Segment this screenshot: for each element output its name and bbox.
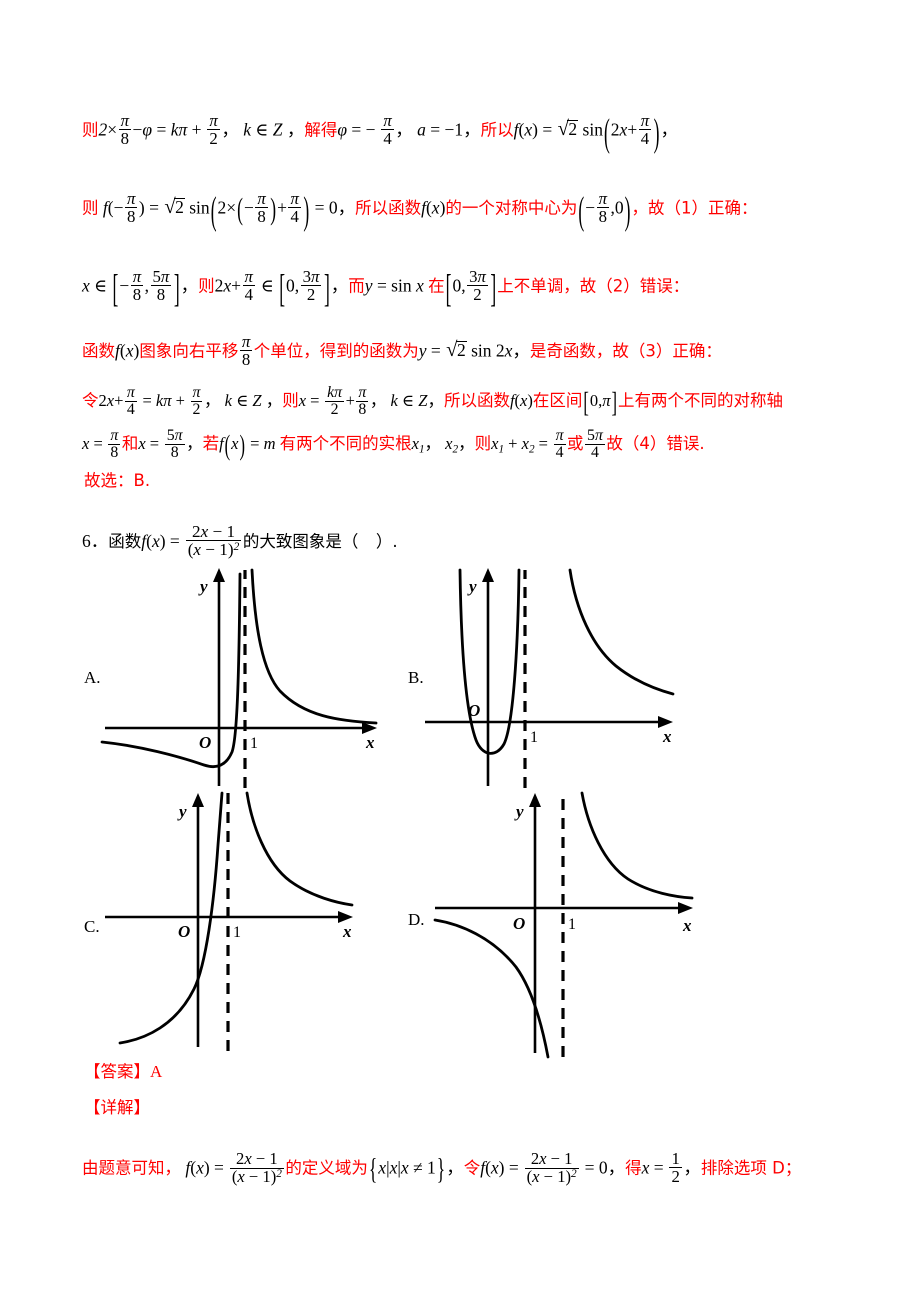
document-page: 则2× π 8 −φ = kπ + π 2， k ∈ Z ，解得φ = − π 4， a … [0, 0, 920, 1303]
line1-mid: 解得 [304, 120, 338, 140]
x-axis-label-a: x [365, 733, 375, 752]
question-number: 6． [82, 530, 109, 551]
line2-mid2: 的一个对称中心为 [445, 198, 578, 218]
line6-mid: 和 [121, 433, 139, 453]
curve-d-right [580, 791, 694, 900]
x-axis-b [425, 716, 673, 728]
y-axis-label-b: y [467, 577, 477, 596]
curve-b-u [458, 568, 521, 755]
line2-mid: 所以函数 [355, 198, 422, 218]
line5-mid3: 在区间 [532, 390, 583, 410]
detail-mid3: 得 [625, 1158, 642, 1178]
line3-tail: 上不单调，故（2）错误： [497, 276, 690, 296]
line2-tail: ，故（1）正确： [631, 198, 758, 218]
origin-label-d: O [513, 914, 525, 933]
solution-line-2: 则 f(− π 8) = √ 2 sin(2×(− π 8)+ π 4) = 0，所以函数f(… [82, 187, 758, 233]
curve-b-right [568, 568, 675, 696]
option-graph-a[interactable]: y x O 1 [100, 560, 390, 790]
line5-tail: 上有两个不同的对称轴 [618, 390, 784, 410]
option-label-a[interactable]: A. [84, 668, 101, 688]
tick-label-a: 1 [250, 735, 258, 752]
line1-lead: 则 [82, 120, 99, 140]
line6-mid5: 或 [567, 433, 584, 453]
question-stem-part1: 函数 [108, 531, 142, 551]
detail-mid: 的定义域为 [285, 1158, 368, 1178]
question-stem-part3: ）. [375, 531, 398, 551]
line6-mid3: 有两个不同的实根 [279, 433, 412, 453]
origin-label-c: O [178, 922, 190, 941]
line3-lead: 则 [198, 276, 215, 296]
line4-lead: 函数 [82, 341, 115, 361]
tick-label-d: 1 [568, 916, 576, 933]
curve-c-right [245, 791, 354, 907]
line4-mid: 图象向右平移 [139, 341, 239, 361]
detail-mid2: 令 [463, 1158, 481, 1178]
y-axis-label-c: y [177, 802, 187, 821]
question-6-stem: 6．函数f(x) = 2x − 1 (x − 1)2 的大致图象是（ ）. [82, 522, 398, 560]
option-graph-d[interactable]: y x O 1 [430, 785, 720, 1075]
option-label-c[interactable]: C. [84, 917, 100, 937]
line5-mid: 则 [282, 390, 299, 410]
curve-a-right [250, 568, 378, 725]
solution-line-1: 则2× π 8 −φ = kπ + π 2， k ∈ Z ，解得φ = − π 4， a … [82, 109, 678, 155]
line6-mid4: 则 [474, 433, 492, 453]
y-axis-c [192, 793, 204, 1047]
line3-mid2: 在 [428, 276, 445, 296]
answer-value: A [150, 1062, 163, 1081]
curve-d-left [433, 918, 550, 1059]
x-axis-label-b: x [662, 727, 672, 746]
y-axis-label-d: y [514, 802, 524, 821]
line5-mid2: 所以函数 [443, 390, 510, 410]
solution-line-5: 令2x+ π 4 = kπ + π 2， k ∈ Z ，则x = kπ 2 + π 8， k … [82, 384, 784, 419]
solution-line-6: x = π 8 和x = 5π 8 ，若f(x) = m 有两个不同的实根x1， x2，… [82, 427, 705, 462]
option-label-d[interactable]: D. [408, 910, 425, 930]
solution-line-4: 函数f(x)图象向右平移 π 8 个单位，得到的函数为y = √ 2 sin 2x，是奇… [82, 332, 722, 370]
line2-lead: 则 [82, 198, 99, 218]
y-axis-a [213, 568, 225, 786]
line4-tail: 是奇函数，故（3）正确： [529, 341, 722, 361]
tick-label-c: 1 [233, 924, 241, 941]
line3-mid: 而 [348, 276, 365, 296]
option-graph-c[interactable]: y x O 1 [100, 785, 390, 1075]
line1-tail: 所以 [480, 120, 514, 140]
detail-lead: 由题意可知， [82, 1158, 181, 1178]
x-axis-a [105, 722, 377, 734]
option-graph-b[interactable]: y x O 1 [420, 560, 710, 790]
origin-label-b: O [468, 701, 480, 720]
tick-label-b: 1 [530, 729, 538, 746]
line4-mid2: 个单位，得到的函数为 [253, 341, 419, 361]
answer-line: 【答案】A [84, 1063, 162, 1081]
x-axis-label-d: x [682, 916, 692, 935]
detail-line: 由题意可知， f(x) = 2x − 1 (x − 1)2 的定义域为{x|x|x … [82, 1149, 802, 1187]
x-axis-label-c: x [342, 922, 352, 941]
y-axis-label-a: y [198, 577, 208, 596]
y-axis-d [529, 793, 541, 1053]
line5-lead: 令 [82, 390, 99, 410]
solution-line-3: x ∈ [− π 8, 5π 8]，则2x+ π 4 ∈ [0, 3π 2]，而y = sin … [82, 265, 690, 311]
solution-line-7: 故选：B. [84, 471, 151, 490]
line6-mid2: 若 [202, 433, 220, 453]
detail-tail: 排除选项 D； [700, 1158, 802, 1178]
detail-tag: 【详解】 [84, 1098, 150, 1117]
answer-tag: 【答案】 [84, 1062, 150, 1081]
line6-tail: 故（4）错误. [606, 433, 705, 453]
question-stem-part2: 的大致图象是（ [242, 531, 359, 551]
origin-label-a: O [199, 733, 211, 752]
